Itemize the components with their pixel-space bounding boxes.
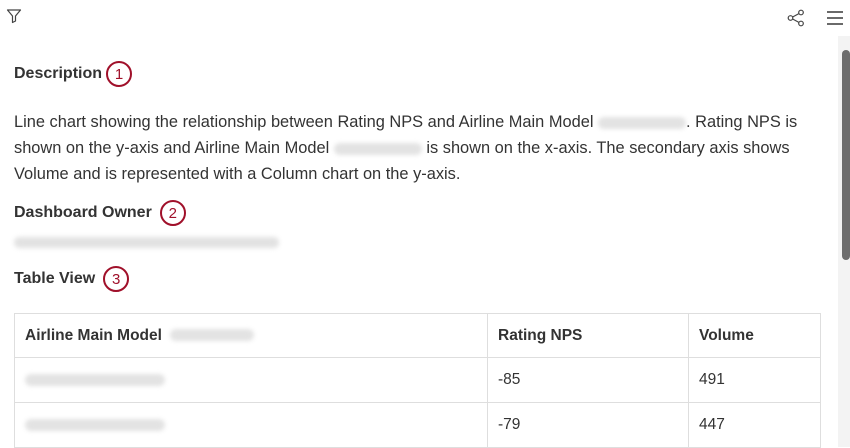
volume-cell: 491 xyxy=(688,357,821,403)
description-text-part1: Line chart showing the relationship betw… xyxy=(14,113,594,131)
table-view-heading: Table View 3 xyxy=(14,266,130,292)
menu-icon[interactable] xyxy=(826,10,844,26)
column-header-model[interactable]: Airline Main Model xyxy=(14,313,488,358)
scrollbar-thumb[interactable] xyxy=(842,50,850,260)
redacted-text xyxy=(170,329,255,342)
redacted-text xyxy=(598,116,687,129)
volume-cell: 447 xyxy=(688,402,821,448)
column-header-volume[interactable]: Volume xyxy=(688,313,821,358)
description-heading: Description 1 xyxy=(14,61,133,87)
column-header-rating[interactable]: Rating NPS xyxy=(487,313,689,358)
toolbar xyxy=(0,0,850,36)
share-icon[interactable] xyxy=(787,9,805,27)
callout-badge-1: 1 xyxy=(106,61,133,87)
table-row: -79 447 xyxy=(14,402,821,448)
description-text: Line chart showing the relationship betw… xyxy=(14,109,829,187)
table-view-title: Table View xyxy=(14,270,96,287)
owner-email-redacted xyxy=(14,237,279,248)
rating-cell: -85 xyxy=(487,357,689,403)
callout-badge-3: 3 xyxy=(103,266,130,292)
model-cell xyxy=(14,402,488,448)
owner-title: Dashboard Owner xyxy=(14,204,152,221)
owner-heading: Dashboard Owner 2 xyxy=(14,200,186,226)
column-header-model-label: Airline Main Model xyxy=(25,326,162,344)
redacted-text xyxy=(25,373,165,386)
model-cell xyxy=(14,357,488,403)
description-title: Description xyxy=(14,65,103,82)
filter-icon[interactable] xyxy=(6,8,22,24)
callout-badge-2: 2 xyxy=(159,200,186,226)
rating-cell: -79 xyxy=(487,402,689,448)
redacted-text xyxy=(333,142,422,155)
redacted-text xyxy=(25,418,165,431)
table-row: -85 491 xyxy=(14,357,821,403)
data-table: Airline Main Model Rating NPS Volume -85… xyxy=(14,313,821,448)
table-header-row: Airline Main Model Rating NPS Volume xyxy=(14,313,821,358)
